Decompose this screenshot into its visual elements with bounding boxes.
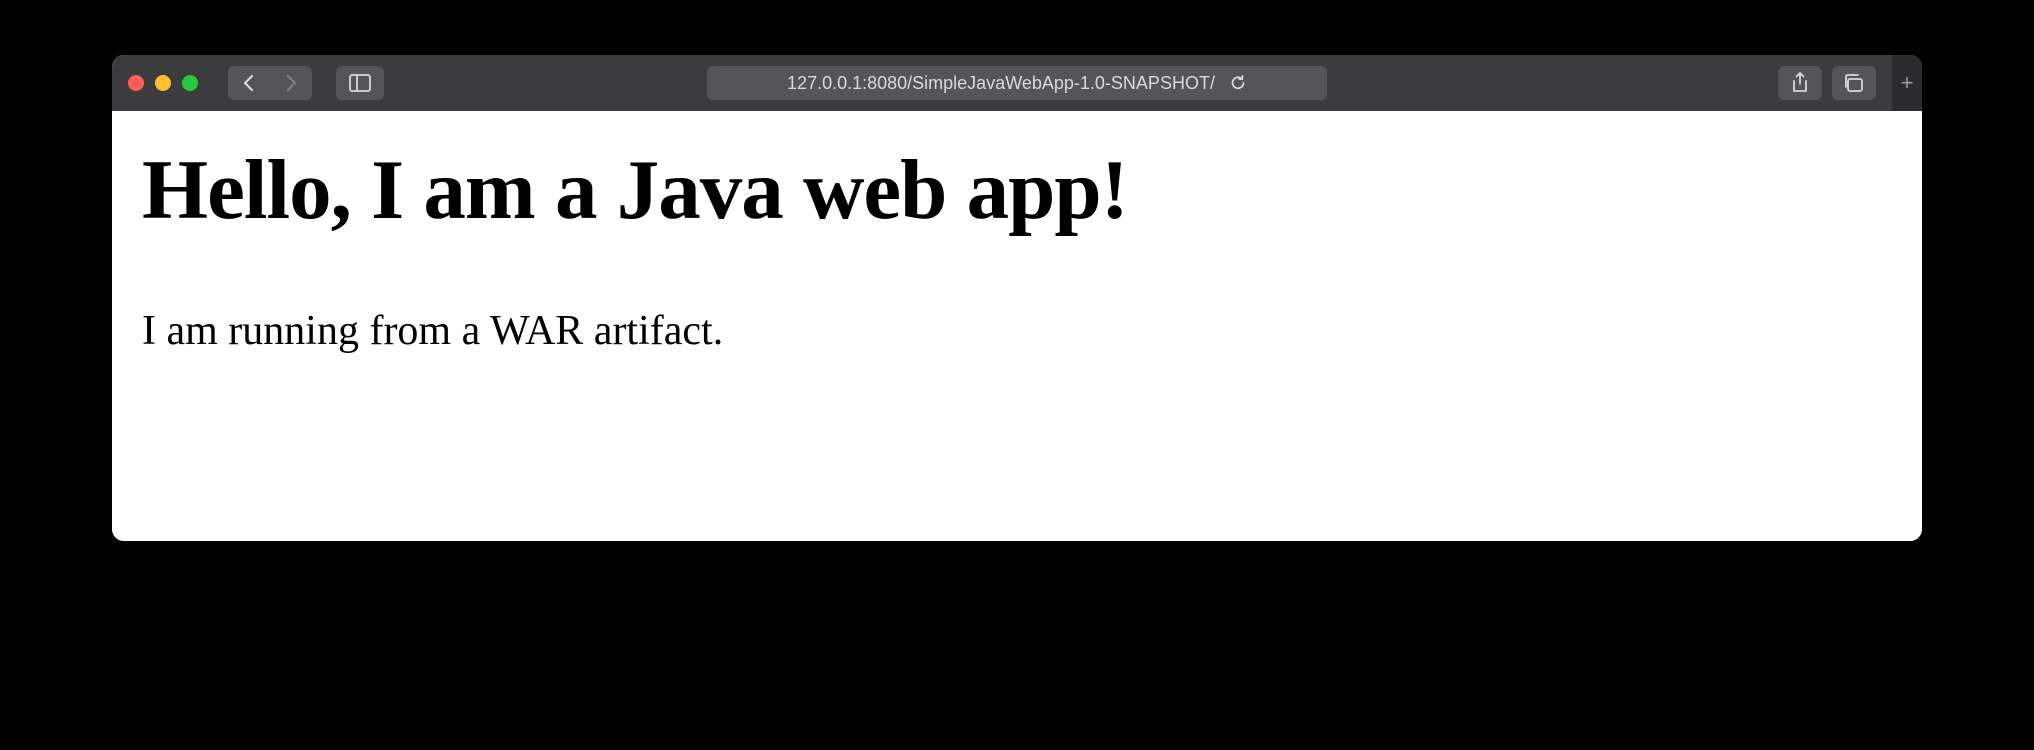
page-content: Hello, I am a Java web app! I am running… (112, 111, 1922, 541)
forward-button[interactable] (270, 66, 312, 100)
browser-window: 127.0.0.1:8080/SimpleJavaWebApp-1.0-SNAP… (112, 55, 1922, 541)
sidebar-icon (349, 74, 371, 92)
url-text: 127.0.0.1:8080/SimpleJavaWebApp-1.0-SNAP… (787, 73, 1215, 94)
page-heading: Hello, I am a Java web app! (142, 141, 1892, 239)
tabs-icon (1843, 73, 1865, 93)
address-bar[interactable]: 127.0.0.1:8080/SimpleJavaWebApp-1.0-SNAP… (707, 66, 1327, 100)
show-tabs-button[interactable] (1832, 66, 1876, 100)
nav-buttons (228, 66, 312, 100)
maximize-window-button[interactable] (182, 75, 198, 91)
reload-icon[interactable] (1229, 74, 1247, 92)
toolbar-right: + (1778, 55, 1906, 111)
chevron-left-icon (242, 74, 256, 92)
plus-icon: + (1901, 70, 1914, 96)
title-bar: 127.0.0.1:8080/SimpleJavaWebApp-1.0-SNAP… (112, 55, 1922, 111)
new-tab-button[interactable]: + (1892, 55, 1922, 111)
close-window-button[interactable] (128, 75, 144, 91)
show-sidebar-button[interactable] (336, 66, 384, 100)
share-icon (1791, 72, 1809, 94)
share-button[interactable] (1778, 66, 1822, 100)
back-button[interactable] (228, 66, 270, 100)
page-paragraph: I am running from a WAR artifact. (142, 307, 1892, 355)
chevron-right-icon (284, 74, 298, 92)
traffic-lights (128, 75, 198, 91)
minimize-window-button[interactable] (155, 75, 171, 91)
